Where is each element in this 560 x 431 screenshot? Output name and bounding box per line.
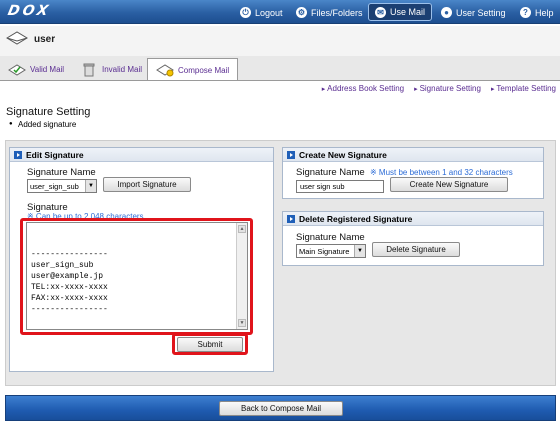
nav-label-mail: Use Mail bbox=[390, 7, 426, 17]
delete-signature-title: Delete Registered Signature bbox=[299, 213, 413, 224]
valid-mail-icon bbox=[8, 63, 26, 76]
tab-label-invalid-mail: Invalid Mail bbox=[102, 65, 143, 74]
trash-icon bbox=[83, 63, 95, 76]
delete-signature-name-label: Signature Name bbox=[296, 232, 365, 243]
section-marker-icon bbox=[287, 150, 295, 159]
address-book-setting-link[interactable]: Address Book Setting bbox=[322, 84, 404, 93]
tab-compose-mail[interactable]: Compose Mail bbox=[147, 58, 239, 81]
create-signature-name-label: Signature Name bbox=[296, 167, 365, 178]
submit-highlight bbox=[172, 333, 248, 355]
signature-setting-link[interactable]: Signature Setting bbox=[414, 84, 481, 93]
delete-signature-selected: Main Signature bbox=[299, 246, 350, 256]
tabs-divider bbox=[0, 80, 560, 81]
chevron-down-icon: ▼ bbox=[354, 245, 365, 257]
user-row: user bbox=[0, 26, 560, 56]
import-signature-button[interactable]: Import Signature bbox=[103, 177, 191, 192]
files-folders-link[interactable]: ⚙ Files/Folders bbox=[296, 5, 363, 20]
textarea-highlight bbox=[20, 218, 253, 335]
use-mail-link[interactable]: ✉ Use Mail bbox=[368, 3, 433, 21]
help-link[interactable]: ? Help bbox=[520, 5, 554, 20]
section-marker-icon bbox=[287, 214, 295, 223]
nav-label-files: Files/Folders bbox=[311, 7, 363, 18]
top-navigation-bar: DOX ⏻ Logout ⚙ Files/Folders ✉ Use Mail … bbox=[0, 0, 560, 24]
bottom-action-bar: Back to Compose Mail bbox=[5, 395, 556, 421]
edit-signature-name-label: Signature Name bbox=[27, 167, 96, 178]
signature-name-selected: user_sign_sub bbox=[30, 181, 79, 191]
section-marker-icon bbox=[14, 150, 22, 159]
logout-icon: ⏻ bbox=[240, 7, 251, 18]
delete-signature-button[interactable]: Delete Signature bbox=[372, 242, 460, 257]
create-new-signature-button[interactable]: Create New Signature bbox=[390, 177, 508, 192]
delete-signature-select[interactable]: Main Signature ▼ bbox=[296, 244, 366, 258]
back-to-compose-button[interactable]: Back to Compose Mail bbox=[219, 401, 343, 416]
folders-icon: ⚙ bbox=[296, 7, 307, 18]
chevron-down-icon: ▼ bbox=[85, 180, 96, 192]
user-setting-link[interactable]: ● User Setting bbox=[441, 5, 506, 20]
compose-mail-icon bbox=[156, 64, 174, 77]
nav-label-help: Help bbox=[535, 7, 554, 18]
new-signature-name-input[interactable]: user sign sub bbox=[296, 180, 384, 193]
page-title: Signature Setting bbox=[6, 106, 91, 118]
template-setting-link[interactable]: Template Setting bbox=[491, 84, 556, 93]
logout-link[interactable]: ⏻ Logout bbox=[240, 5, 283, 20]
help-icon: ? bbox=[520, 7, 531, 18]
tab-invalid-mail[interactable]: Invalid Mail bbox=[80, 58, 142, 81]
tab-label-compose-mail: Compose Mail bbox=[178, 65, 230, 75]
envelope-icon bbox=[6, 31, 28, 45]
signature-name-select[interactable]: user_sign_sub ▼ bbox=[27, 179, 97, 193]
create-signature-title: Create New Signature bbox=[299, 149, 387, 160]
edit-signature-header: Edit Signature bbox=[10, 148, 273, 162]
status-message: Added signature bbox=[9, 120, 76, 129]
tab-label-valid-mail: Valid Mail bbox=[30, 65, 65, 74]
create-signature-length-note: ※ Must be between 1 and 32 characters bbox=[370, 168, 513, 177]
edit-signature-title: Edit Signature bbox=[26, 149, 84, 160]
delete-signature-header: Delete Registered Signature bbox=[283, 212, 543, 226]
tab-valid-mail[interactable]: Valid Mail bbox=[8, 58, 64, 81]
nav-label-logout: Logout bbox=[255, 7, 283, 18]
user-setting-icon: ● bbox=[441, 7, 452, 18]
nav-label-user-setting: User Setting bbox=[456, 7, 506, 18]
settings-links: Address Book Setting Signature Setting T… bbox=[322, 84, 556, 93]
app-logo: DOX bbox=[6, 3, 53, 19]
create-signature-header: Create New Signature bbox=[283, 148, 543, 162]
mail-icon: ✉ bbox=[375, 6, 386, 18]
user-name: user bbox=[34, 34, 56, 45]
